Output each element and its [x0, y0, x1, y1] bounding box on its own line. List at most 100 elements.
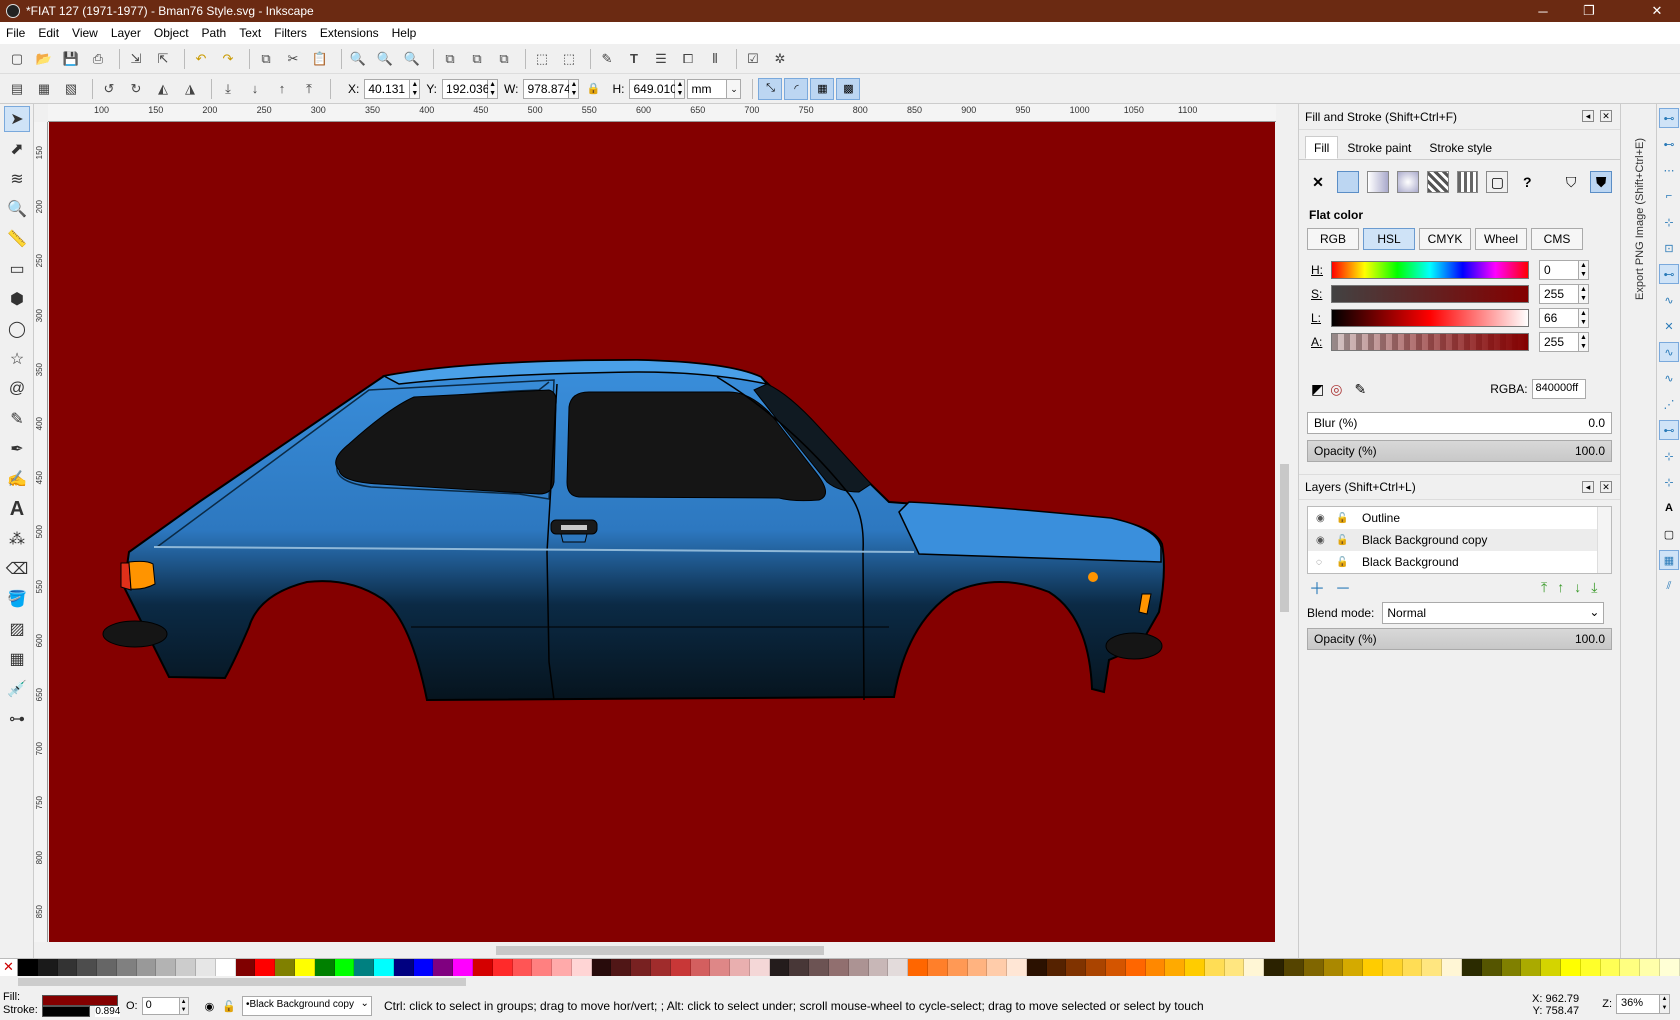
iconify-layers-button[interactable]: ◂	[1582, 481, 1594, 493]
layer-row-outline[interactable]: ◉ 🔓 Outline	[1308, 507, 1611, 529]
palette-swatch[interactable]	[314, 959, 335, 977]
stroke-swatch[interactable]	[42, 1006, 90, 1017]
zoom-tool-icon[interactable]: 🔍	[4, 196, 30, 222]
lightness-slider[interactable]	[1331, 309, 1529, 327]
tab-stroke-paint[interactable]: Stroke paint	[1338, 136, 1420, 159]
remove-layer-icon[interactable]: －	[1335, 575, 1351, 599]
palette-swatch[interactable]	[57, 959, 78, 977]
flip-horizontal-icon[interactable]: ◭	[152, 78, 174, 100]
unset-paint-icon[interactable]: ?	[1516, 171, 1538, 193]
palette-swatch[interactable]	[532, 959, 553, 977]
palette-swatch[interactable]	[730, 959, 750, 977]
palette-swatch[interactable]	[1264, 959, 1284, 977]
palette-swatch[interactable]	[571, 959, 592, 977]
zoom-stepper[interactable]: ▲ ▼	[1660, 994, 1670, 1014]
snap-bbox-midpoints-icon[interactable]: ⊹	[1659, 212, 1679, 232]
palette-swatch[interactable]	[1620, 959, 1641, 977]
lock-icon[interactable]: 🔓	[1336, 513, 1348, 524]
star-tool-icon[interactable]: ☆	[4, 346, 30, 372]
pattern-icon[interactable]	[1456, 171, 1479, 193]
palette-swatch[interactable]	[829, 959, 849, 977]
zoom-drawing-icon[interactable]: 🔍	[374, 48, 396, 70]
opacity-input[interactable]: 0	[141, 997, 180, 1015]
export-icon[interactable]: ⇱	[152, 48, 174, 70]
palette-swatch[interactable]	[37, 959, 58, 977]
lock-ratio-icon[interactable]: 🔒	[585, 78, 601, 100]
print-icon[interactable]: ⎙	[87, 48, 109, 70]
palette-swatch[interactable]	[1323, 959, 1344, 977]
close-layers-button[interactable]: ✕	[1600, 481, 1612, 493]
rotate-cw-icon[interactable]: ↻	[125, 78, 147, 100]
palette-swatch[interactable]	[1046, 959, 1067, 977]
palette-swatch[interactable]	[156, 959, 177, 977]
snap-grids-icon[interactable]: ▦	[1659, 550, 1679, 570]
new-document-icon[interactable]: ▢	[6, 48, 28, 70]
y-stepper[interactable]: ▲ ▼	[488, 78, 499, 99]
horizontal-scrollbar[interactable]	[49, 942, 1292, 958]
paste-icon[interactable]: 📋	[309, 48, 331, 70]
paint-bucket-tool-icon[interactable]: 🪣	[4, 586, 30, 612]
palette-swatch[interactable]	[631, 959, 651, 977]
cut-icon[interactable]: ✂	[282, 48, 304, 70]
saturation-stepper[interactable]: ▲ ▼	[1579, 284, 1589, 304]
layer-opacity-field[interactable]: Opacity (%) 100.0	[1307, 628, 1612, 650]
alpha-stepper[interactable]: ▲ ▼	[1579, 332, 1589, 352]
menu-layer[interactable]: Layer	[111, 26, 141, 40]
palette-swatch[interactable]	[1659, 959, 1680, 977]
connector-tool-icon[interactable]: ⊶	[4, 706, 30, 732]
palette-swatch[interactable]	[1343, 959, 1364, 977]
hue-input[interactable]: 0	[1539, 260, 1579, 280]
palette-swatch[interactable]	[749, 959, 770, 977]
palette-swatch[interactable]	[1481, 959, 1502, 977]
rectangle-tool-icon[interactable]: ▭	[4, 256, 30, 282]
ungroup-icon[interactable]: ⬚	[558, 48, 580, 70]
tab-stroke-style[interactable]: Stroke style	[1420, 136, 1501, 159]
palette-swatch[interactable]	[868, 959, 889, 977]
palette-swatch[interactable]	[116, 959, 137, 977]
align-distribute-icon[interactable]: ⫴	[704, 48, 726, 70]
pen-tool-icon[interactable]: ✒	[4, 436, 30, 462]
calligraphy-tool-icon[interactable]: ✍	[4, 466, 30, 492]
palette-swatch[interactable]	[1244, 959, 1265, 977]
palette-swatch[interactable]	[334, 959, 355, 977]
hidden-eye-icon[interactable]: ◌	[1316, 557, 1328, 568]
snap-paths-icon[interactable]: ∿	[1659, 290, 1679, 310]
snap-page-border-icon[interactable]: ▢	[1659, 524, 1679, 544]
blur-field[interactable]: Blur (%) 0.0	[1307, 412, 1612, 434]
xml-editor-icon[interactable]: ⧠	[677, 48, 699, 70]
export-png-tab[interactable]: Export PNG Image (Shift+Ctrl+E)	[1630, 110, 1650, 300]
palette-swatch[interactable]	[1105, 959, 1126, 977]
layer-row-black-background-copy[interactable]: ◉ 🔓 Black Background copy	[1308, 529, 1611, 551]
snap-others-icon[interactable]: ⊷	[1659, 420, 1679, 440]
mode-cms[interactable]: CMS	[1531, 228, 1583, 250]
visibility-eye-icon[interactable]: ◉	[1316, 535, 1328, 546]
save-icon[interactable]: 💾	[60, 48, 82, 70]
menu-edit[interactable]: Edit	[38, 26, 59, 40]
palette-swatch[interactable]	[611, 959, 632, 977]
palette-swatch[interactable]	[947, 959, 968, 977]
duplicate-icon[interactable]: ⧉	[439, 48, 461, 70]
layer-visibility-icon[interactable]: ◉	[205, 1000, 215, 1013]
snap-bbox-corners-icon[interactable]: ⌐	[1659, 186, 1679, 206]
linear-gradient-icon[interactable]	[1366, 171, 1389, 193]
group-icon[interactable]: ⬚	[531, 48, 553, 70]
snap-nodes-icon[interactable]: ⊷	[1659, 264, 1679, 284]
palette-swatch[interactable]	[294, 959, 315, 977]
lock-icon[interactable]: 🔓	[1336, 557, 1348, 568]
tweak-tool-icon[interactable]: ≋	[4, 166, 30, 192]
scale-stroke-toggle[interactable]: ⤡	[758, 77, 783, 100]
palette-swatch[interactable]	[1462, 959, 1482, 977]
palette-swatch[interactable]	[354, 959, 375, 977]
zoom-input[interactable]: 36%	[1616, 994, 1660, 1014]
palette-swatch[interactable]	[809, 959, 830, 977]
move-patterns-toggle[interactable]: ▩	[836, 77, 861, 100]
palette-swatch[interactable]	[393, 959, 414, 977]
palette-swatch[interactable]	[472, 959, 493, 977]
lock-icon[interactable]: 🔓	[1336, 535, 1348, 546]
snap-text-baseline-icon[interactable]: A	[1659, 498, 1679, 518]
3d-box-tool-icon[interactable]: ⬢	[4, 286, 30, 312]
fill-swatch[interactable]	[42, 995, 118, 1006]
palette-swatch[interactable]	[1541, 959, 1561, 977]
eraser-tool-icon[interactable]: ⌫	[4, 556, 30, 582]
close-button[interactable]: ✕	[1634, 0, 1680, 22]
